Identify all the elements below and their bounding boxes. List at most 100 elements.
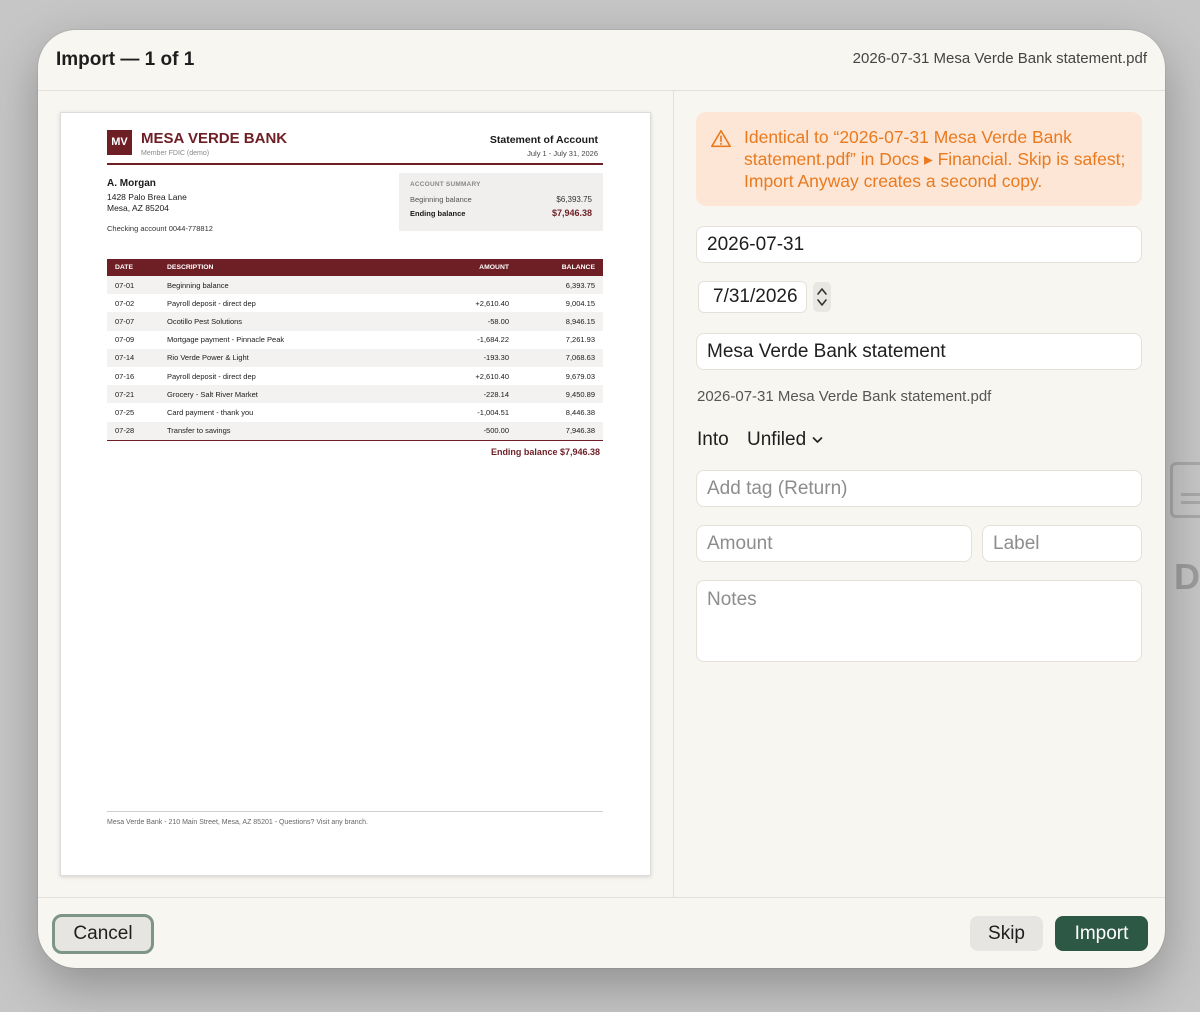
cell-amount: -193.30 [431, 348, 517, 367]
stepper-chevrons-icon [816, 288, 827, 306]
label-placeholder: Label [993, 532, 1040, 554]
table-header-row: DATE DESCRIPTION AMOUNT BALANCE [107, 259, 603, 276]
cell-description: Rio Verde Power & Light [159, 348, 431, 367]
cell-description: Card payment - thank you [167, 407, 254, 417]
tag-placeholder: Add tag (Return) [707, 477, 848, 499]
cell-balance: 9,450.89 [517, 385, 603, 404]
title-value: Mesa Verde Bank statement [707, 340, 946, 362]
table-row: 07-09 Mortgage payment - Pinnacle Peak -1,… [107, 331, 603, 349]
cell-date: 07-21 [107, 385, 159, 404]
cell-amount: +2,610.40 [475, 298, 509, 308]
cell-balance: 9,004.15 [565, 298, 595, 308]
cell-amount: -1,004.51 [477, 407, 509, 417]
import-dialog: Import — 1 of 1 2026-07-31 Mesa Verde Ba… [38, 30, 1165, 968]
date-text-value: 2026-07-31 [707, 233, 805, 255]
table-row: 07-14 Rio Verde Power & Light -193.30 7,068… [107, 348, 603, 367]
customer-address-line2: Mesa, AZ 85204 [107, 203, 169, 213]
cell-amount: -1,684.22 [477, 335, 509, 345]
notes-placeholder: Notes [707, 589, 757, 610]
date-text-field[interactable]: 2026-07-31 [696, 226, 1142, 263]
bank-subtitle: Member FDIC (demo) [141, 150, 210, 157]
cell-description: Mortgage payment - Pinnacle Peak [167, 335, 285, 345]
cell-date: 07-07 [107, 312, 159, 331]
column-header-balance: BALANCE [517, 259, 603, 276]
amount-input[interactable]: Amount [696, 525, 972, 562]
column-header-date: DATE [107, 259, 159, 276]
cell-balance: 9,679.03 [565, 371, 595, 381]
cell-description: Grocery - Salt River Market [159, 385, 431, 404]
date-picker-value[interactable]: 7/31/2026 [698, 281, 807, 313]
cell-date: 07-16 [115, 371, 135, 381]
warning-icon [711, 129, 731, 148]
table-row: 07-25 Card payment - thank you -1,004.51 8,… [107, 403, 603, 421]
date-stepper[interactable] [812, 282, 831, 312]
table-row: 07-07 Ocotillo Pest Solutions -58.00 8,946.… [107, 312, 603, 331]
cell-amount: -228.14 [431, 385, 517, 404]
table-row: 07-01 Beginning balance 6,393.75 [107, 276, 603, 295]
tag-input[interactable]: Add tag (Return) [696, 470, 1142, 507]
cell-date: 07-14 [107, 348, 159, 367]
summary-beginning-value: $6,393.75 [556, 195, 592, 204]
ending-total: Ending balance $7,946.38 [490, 447, 600, 457]
dialog-filename: 2026-07-31 Mesa Verde Bank statement.pdf [852, 50, 1147, 67]
notes-input[interactable]: Notes [696, 580, 1142, 662]
cell-amount: -500.00 [431, 421, 517, 440]
skip-button[interactable]: Skip [970, 916, 1043, 951]
header-rule [107, 163, 603, 165]
import-button[interactable]: Import [1055, 916, 1148, 951]
bank-name: MESA VERDE BANK [141, 130, 288, 147]
customer-name: A. Morgan [107, 178, 156, 189]
document-footer: Mesa Verde Bank - 210 Main Street, Mesa,… [107, 819, 368, 826]
cell-description: Beginning balance [159, 276, 431, 295]
amount-placeholder: Amount [707, 532, 773, 554]
column-header-amount: AMOUNT [431, 259, 517, 276]
table-row: 07-02 Payroll deposit - direct dep +2,610.… [107, 294, 603, 312]
cell-description: Payroll deposit - direct dep [167, 298, 256, 308]
account-summary: ACCOUNT SUMMARY Beginning balance $6,393… [399, 173, 603, 231]
cell-balance: 8,946.15 [517, 312, 603, 331]
bank-logo: MV [107, 130, 132, 155]
warning-text: Identical to “2026-07-31 Mesa Verde Bank… [744, 127, 1126, 191]
cell-balance: 8,446.38 [565, 407, 595, 417]
cell-amount: +2,610.40 [475, 371, 509, 381]
cell-date: 07-01 [107, 276, 159, 295]
cancel-button[interactable]: Cancel [52, 914, 154, 954]
cell-description: Transfer to savings [159, 421, 431, 440]
summary-ending-label: Ending balance [410, 209, 466, 218]
cell-balance: 7,068.63 [517, 348, 603, 367]
table-row: 07-21 Grocery - Salt River Market -228.14 9… [107, 385, 603, 404]
folder-dropdown[interactable]: Unfiled [747, 429, 823, 451]
column-header-description: DESCRIPTION [159, 259, 431, 276]
summary-beginning-label: Beginning balance [410, 195, 472, 204]
folder-dropdown-value: Unfiled [747, 429, 807, 450]
transactions-body: 07-01 Beginning balance 6,393.75 07-02 Payro… [107, 276, 603, 440]
background-document-icon [1170, 462, 1200, 518]
summary-ending-value: $7,946.38 [551, 208, 592, 218]
label-input[interactable]: Label [982, 525, 1142, 562]
statement-title: Statement of Account [489, 134, 598, 146]
statement-period: July 1 - July 31, 2026 [527, 149, 598, 158]
cell-balance: 7,261.93 [565, 335, 595, 345]
cell-amount: -58.00 [431, 312, 517, 331]
cell-date: 07-28 [107, 421, 159, 440]
cell-date: 07-02 [115, 298, 135, 308]
cell-description: Ocotillo Pest Solutions [159, 312, 431, 331]
cell-balance: 6,393.75 [517, 276, 603, 295]
duplicate-warning: Identical to “2026-07-31 Mesa Verde Bank… [696, 112, 1142, 206]
table-bottom-rule [107, 440, 603, 441]
background-letter: D [1174, 556, 1200, 597]
into-label: Into [697, 429, 729, 450]
title-field[interactable]: Mesa Verde Bank statement [696, 333, 1142, 370]
table-row: 07-28 Transfer to savings -500.00 7,946.38 [107, 421, 603, 440]
cell-balance: 7,946.38 [517, 421, 603, 440]
cell-amount [431, 276, 517, 295]
footer-rule [107, 811, 603, 812]
dialog-titlebar: Import — 1 of 1 2026-07-31 Mesa Verde Ba… [38, 30, 1165, 91]
panel-divider [673, 90, 674, 898]
cell-date: 07-25 [115, 407, 135, 417]
dialog-title: Import — 1 of 1 [56, 49, 195, 70]
date-picker[interactable]: 7/31/2026 [698, 280, 831, 314]
customer-address-line1: 1428 Palo Brea Lane [107, 192, 187, 202]
customer-account: Checking account 0044-778812 [107, 224, 213, 233]
cell-date: 07-09 [115, 335, 135, 345]
